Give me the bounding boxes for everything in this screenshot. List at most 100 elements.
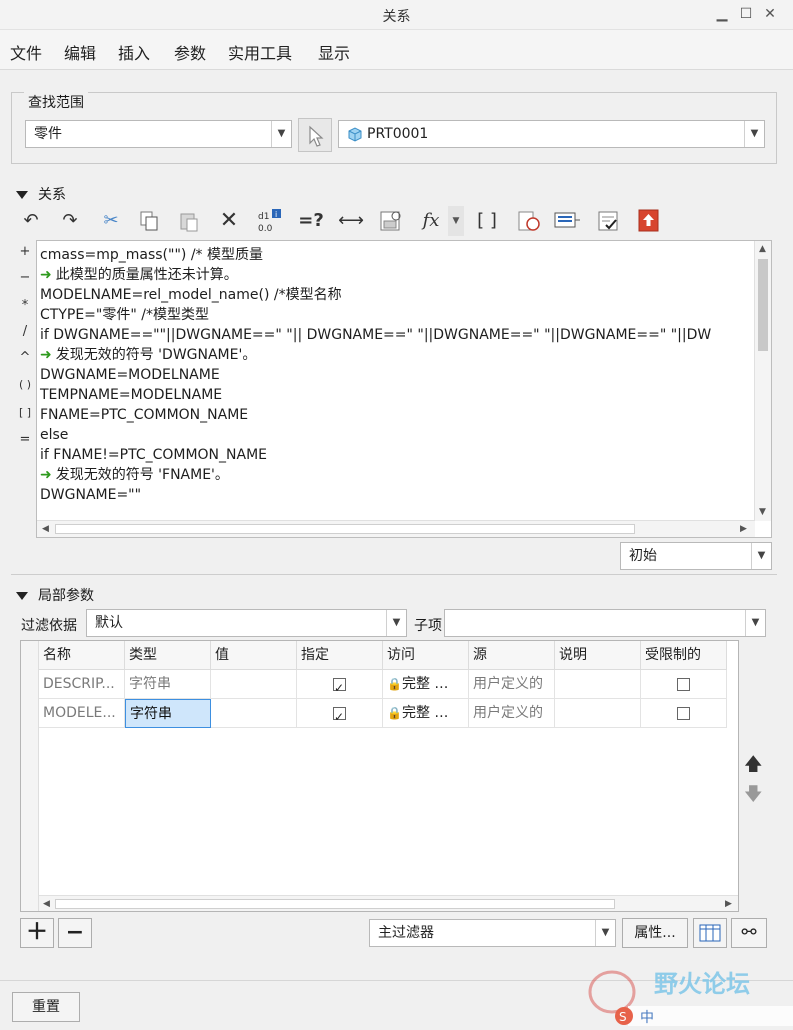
col-header-description[interactable]: 说明	[555, 641, 641, 670]
relation-line[interactable]: DWGNAME=MODELNAME	[40, 365, 220, 385]
find-button[interactable]: ⚯	[731, 918, 767, 948]
close-button[interactable]: ✕	[760, 4, 780, 24]
scroll-down-icon[interactable]: ▼	[759, 507, 766, 517]
scroll-up-icon[interactable]: ▲	[759, 244, 766, 254]
col-header-designate[interactable]: 指定	[297, 641, 383, 670]
scope-type-select[interactable]: 零件 ▼	[25, 120, 292, 148]
scroll-right-icon[interactable]: ▶	[740, 524, 747, 534]
param-type-cell[interactable]: 字符串	[125, 670, 211, 699]
relation-message-line[interactable]: ➜ 发现无效的符号 'FNAME'。	[40, 465, 229, 485]
properties-button[interactable]: 属性...	[622, 918, 688, 948]
scroll-thumb[interactable]	[55, 524, 635, 534]
op-brackets[interactable]: [ ]	[18, 406, 32, 419]
relation-line[interactable]: MODELNAME=rel_model_name() /*模型名称	[40, 285, 342, 305]
menu-file[interactable]: 文件	[10, 40, 42, 64]
param-source-cell[interactable]: 用户定义的	[469, 699, 555, 728]
redo-icon[interactable]: ↷	[55, 206, 85, 236]
param-value-cell[interactable]	[211, 670, 297, 699]
move-up-icon[interactable]: 🡅	[744, 752, 763, 782]
param-name-cell[interactable]: MODELE...	[39, 699, 125, 728]
function-icon[interactable]: fx	[416, 206, 446, 236]
op-parentheses[interactable]: ( )	[18, 378, 32, 391]
col-header-access[interactable]: 访问	[383, 641, 469, 670]
sort-icon[interactable]: d1 0.0 i	[254, 206, 284, 236]
cut-icon[interactable]: ✂	[96, 206, 126, 236]
remove-parameter-button[interactable]: −	[58, 918, 92, 948]
param-value-cell[interactable]	[211, 699, 297, 728]
local-params-header[interactable]: 局部参数	[16, 585, 94, 605]
table-horizontal-scrollbar[interactable]: ◀ ▶	[39, 895, 738, 911]
relation-line[interactable]: cmass=mp_mass("") /* 模型质量	[40, 245, 263, 265]
designate-checkbox[interactable]	[333, 703, 346, 727]
delete-icon[interactable]: ✕	[214, 206, 244, 236]
scroll-left-icon[interactable]: ◀	[43, 899, 50, 909]
copy-icon[interactable]	[134, 206, 164, 236]
table-columns-button[interactable]	[693, 918, 727, 948]
menu-parameters[interactable]: 参数	[174, 40, 206, 64]
param-designate-cell[interactable]	[297, 670, 383, 699]
op-equals[interactable]: =	[18, 432, 32, 447]
show-values-icon[interactable]	[376, 206, 406, 236]
relation-line[interactable]: else	[40, 425, 68, 445]
relation-line[interactable]: DWGNAME=""	[40, 485, 141, 505]
horizontal-scrollbar[interactable]: ◀ ▶	[37, 520, 755, 537]
col-header-value[interactable]: 值	[211, 641, 297, 670]
col-header-source[interactable]: 源	[469, 641, 555, 670]
chevron-down-icon[interactable]: ▼	[448, 206, 464, 236]
paste-icon[interactable]	[174, 206, 204, 236]
op-minus[interactable]: −	[18, 270, 32, 285]
param-description-cell[interactable]	[555, 670, 641, 699]
menu-edit[interactable]: 编辑	[64, 40, 96, 64]
maximize-button[interactable]: ☐	[736, 4, 756, 24]
reset-button[interactable]: 重置	[12, 992, 80, 1022]
relation-line[interactable]: TEMPNAME=MODELNAME	[40, 385, 222, 405]
op-power[interactable]: ^	[18, 350, 32, 365]
param-access-cell[interactable]: 🔒完整 …	[383, 699, 469, 728]
restricted-checkbox[interactable]	[677, 677, 690, 691]
param-description-cell[interactable]	[555, 699, 641, 728]
menu-utilities[interactable]: 实用工具	[228, 40, 292, 64]
check-icon[interactable]	[594, 206, 624, 236]
scroll-thumb[interactable]	[55, 899, 615, 909]
verify-icon[interactable]: =?	[296, 206, 326, 236]
scroll-thumb[interactable]	[758, 259, 768, 351]
measure-icon[interactable]: ⟷	[336, 206, 366, 236]
select-model-button[interactable]	[298, 118, 332, 152]
export-icon[interactable]	[634, 206, 664, 236]
op-plus[interactable]: +	[18, 244, 32, 259]
relation-line[interactable]: if DWGNAME==""||DWGNAME==" "|| DWGNAME==…	[40, 325, 711, 345]
param-name-cell[interactable]: DESCRIP...	[39, 670, 125, 699]
evaluate-icon[interactable]	[514, 206, 544, 236]
col-header-name[interactable]: 名称	[39, 641, 125, 670]
op-divide[interactable]: /	[18, 324, 32, 339]
scroll-right-icon[interactable]: ▶	[725, 899, 732, 909]
op-multiply[interactable]: *	[18, 298, 32, 313]
restricted-checkbox[interactable]	[677, 706, 690, 720]
model-select[interactable]: PRT0001 ▼	[338, 120, 765, 148]
param-restricted-cell[interactable]	[641, 670, 727, 699]
col-header-type[interactable]: 类型	[125, 641, 211, 670]
scroll-left-icon[interactable]: ◀	[42, 524, 49, 534]
execute-icon[interactable]	[552, 206, 582, 236]
relation-line[interactable]: if FNAME!=PTC_COMMON_NAME	[40, 445, 267, 465]
child-select[interactable]: ▼	[444, 609, 766, 637]
relation-message-line[interactable]: ➜ 此模型的质量属性还未计算。	[40, 265, 238, 285]
move-down-icon[interactable]: 🡇	[744, 782, 763, 812]
units-select[interactable]: 初始 ▼	[620, 542, 772, 570]
minimize-button[interactable]: ▁	[712, 4, 732, 24]
param-designate-cell[interactable]	[297, 699, 383, 728]
brackets-icon[interactable]: [ ]	[472, 206, 502, 236]
relations-editor[interactable]: cmass=mp_mass("") /* 模型质量 ➜ 此模型的质量属性还未计算。 M…	[36, 240, 772, 538]
relations-header[interactable]: 关系	[16, 184, 66, 204]
filter-select[interactable]: 默认 ▼	[86, 609, 407, 637]
vertical-scrollbar[interactable]: ▲ ▼	[754, 241, 771, 521]
param-access-cell[interactable]: 🔒完整 …	[383, 670, 469, 699]
menu-insert[interactable]: 插入	[118, 40, 150, 64]
param-restricted-cell[interactable]	[641, 699, 727, 728]
col-header-restricted[interactable]: 受限制的	[641, 641, 727, 670]
designate-checkbox[interactable]	[333, 674, 346, 698]
param-source-cell[interactable]: 用户定义的	[469, 670, 555, 699]
relation-message-line[interactable]: ➜ 发现无效的符号 'DWGNAME'。	[40, 345, 256, 365]
add-parameter-button[interactable]: ＋	[20, 918, 54, 948]
undo-icon[interactable]: ↶	[16, 206, 46, 236]
